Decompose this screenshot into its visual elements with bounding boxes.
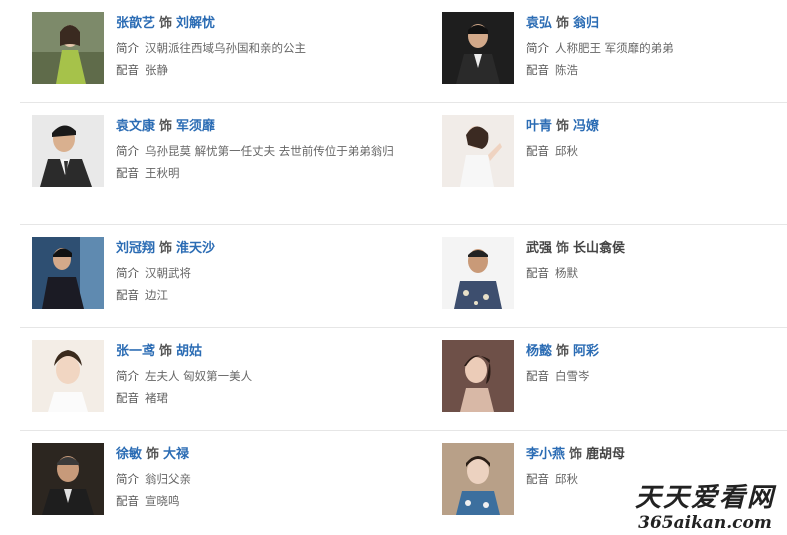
intro-text: 汉朝武将 <box>145 266 191 280</box>
actor-name-link[interactable]: 袁弘 <box>526 16 552 31</box>
dub-label: 配音 <box>526 144 549 158</box>
actor-photo[interactable] <box>32 237 104 309</box>
dub-name: 王秋明 <box>145 166 180 180</box>
watermark-text: 天天爱看网 <box>634 483 775 513</box>
dub-line: 配音 杨默 <box>526 262 787 284</box>
dub-label: 配音 <box>116 63 139 77</box>
site-watermark: 天天爱看网 365aikan.com <box>635 483 775 533</box>
dub-label: 配音 <box>116 391 139 405</box>
intro-line: 简介 汉朝武将 <box>116 262 406 284</box>
intro-text: 左夫人 匈奴第一美人 <box>145 369 253 383</box>
intro-line: 简介 左夫人 匈奴第一美人 <box>116 365 406 387</box>
intro-text: 乌孙昆莫 解忧第一任丈夫 去世前传位于弟弟翁归 <box>145 144 394 158</box>
dub-line: 配音 白雪岑 <box>526 365 787 387</box>
role-name-link[interactable]: 长山翕侯 <box>573 241 625 256</box>
role-name-link[interactable]: 大禄 <box>163 447 189 462</box>
plays-label: 饰 <box>569 447 583 462</box>
actor-name-link[interactable]: 武强 <box>526 241 552 256</box>
role-name-link[interactable]: 翁归 <box>573 16 599 31</box>
plays-label: 饰 <box>159 119 173 134</box>
actor-name-link[interactable]: 张一鸢 <box>116 344 155 359</box>
actor-photo[interactable] <box>32 12 104 84</box>
actor-name-link[interactable]: 袁文康 <box>116 119 155 134</box>
plays-label: 饰 <box>556 241 570 256</box>
actor-name-link[interactable]: 徐敏 <box>116 447 142 462</box>
plays-label: 饰 <box>556 119 570 134</box>
cast-row: 刘冠翔饰淮天沙 简介 汉朝武将 配音 边江 武强饰长山翕侯 配音 杨默 <box>20 225 787 328</box>
dub-line: 配音 王秋明 <box>116 162 406 184</box>
role-name-link[interactable]: 刘解忧 <box>176 16 215 31</box>
dub-name: 褚珺 <box>145 391 168 405</box>
actor-name-link[interactable]: 杨懿 <box>526 344 552 359</box>
role-name-link[interactable]: 淮天沙 <box>176 241 215 256</box>
actor-name-link[interactable]: 张歆艺 <box>116 16 155 31</box>
plays-label: 饰 <box>159 16 173 31</box>
intro-label: 简介 <box>116 41 139 55</box>
dub-name: 陈浩 <box>555 63 578 77</box>
intro-line: 简介 汉朝派往西域乌孙国和亲的公主 <box>116 37 406 59</box>
dub-line: 配音 陈浩 <box>526 59 787 81</box>
cast-row: 张一鸢饰胡姑 简介 左夫人 匈奴第一美人 配音 褚珺 杨懿饰阿彩 配音 白雪岑 <box>20 328 787 431</box>
plays-label: 饰 <box>159 344 173 359</box>
dub-label: 配音 <box>526 472 549 486</box>
intro-label: 简介 <box>116 472 139 486</box>
dub-name: 邱秋 <box>555 472 578 486</box>
plays-label: 饰 <box>556 344 570 359</box>
dub-name: 邱秋 <box>555 144 578 158</box>
dub-label: 配音 <box>526 63 549 77</box>
dub-label: 配音 <box>526 266 549 280</box>
intro-label: 简介 <box>116 369 139 383</box>
dub-label: 配音 <box>526 369 549 383</box>
role-name-link[interactable]: 阿彩 <box>573 344 599 359</box>
dub-label: 配音 <box>116 166 139 180</box>
dub-label: 配音 <box>116 288 139 302</box>
cast-list: 张歆艺饰刘解忧 简介 汉朝派往西域乌孙国和亲的公主 配音 张静 袁弘饰翁归 简介 人称… <box>20 0 787 533</box>
plays-label: 饰 <box>556 16 570 31</box>
intro-text: 人称肥王 军须靡的弟弟 <box>555 41 674 55</box>
actor-photo[interactable] <box>32 340 104 412</box>
role-name-link[interactable]: 冯嫽 <box>573 119 599 134</box>
actor-photo[interactable] <box>442 340 514 412</box>
actor-photo[interactable] <box>32 115 104 187</box>
cast-row: 张歆艺饰刘解忧 简介 汉朝派往西域乌孙国和亲的公主 配音 张静 袁弘饰翁归 简介 人称… <box>20 0 787 103</box>
actor-photo[interactable] <box>442 115 514 187</box>
plays-label: 饰 <box>159 241 173 256</box>
cast-row: 袁文康饰军须靡 简介 乌孙昆莫 解忧第一任丈夫 去世前传位于弟弟翁归 配音 王秋明 … <box>20 103 787 225</box>
intro-text: 汉朝派往西域乌孙国和亲的公主 <box>145 41 306 55</box>
plays-label: 饰 <box>146 447 160 462</box>
dub-name: 白雪岑 <box>555 369 590 383</box>
dub-line: 配音 邱秋 <box>526 140 787 162</box>
dub-name: 边江 <box>145 288 168 302</box>
dub-label: 配音 <box>116 494 139 508</box>
dub-line: 配音 张静 <box>116 59 406 81</box>
actor-photo[interactable] <box>32 443 104 515</box>
actor-name-link[interactable]: 李小燕 <box>526 447 565 462</box>
intro-label: 简介 <box>116 266 139 280</box>
dub-name: 杨默 <box>555 266 578 280</box>
actor-photo[interactable] <box>442 237 514 309</box>
dub-line: 配音 宣晓鸣 <box>116 490 406 512</box>
role-name-link[interactable]: 军须靡 <box>176 119 215 134</box>
intro-line: 简介 翁归父亲 <box>116 468 406 490</box>
role-name-link[interactable]: 鹿胡母 <box>586 447 625 462</box>
role-name-link[interactable]: 胡姑 <box>176 344 202 359</box>
dub-line: 配音 褚珺 <box>116 387 406 409</box>
intro-text: 翁归父亲 <box>145 472 191 486</box>
intro-line: 简介 人称肥王 军须靡的弟弟 <box>526 37 787 59</box>
actor-photo[interactable] <box>442 12 514 84</box>
actor-name-link[interactable]: 刘冠翔 <box>116 241 155 256</box>
actor-name-link[interactable]: 叶青 <box>526 119 552 134</box>
intro-line: 简介 乌孙昆莫 解忧第一任丈夫 去世前传位于弟弟翁归 <box>116 140 401 162</box>
intro-label: 简介 <box>116 144 139 158</box>
watermark-url: 365aikan.com <box>638 513 772 533</box>
dub-line: 配音 边江 <box>116 284 406 306</box>
dub-name: 宣晓鸣 <box>145 494 180 508</box>
intro-label: 简介 <box>526 41 549 55</box>
dub-name: 张静 <box>145 63 168 77</box>
actor-photo[interactable] <box>442 443 514 515</box>
